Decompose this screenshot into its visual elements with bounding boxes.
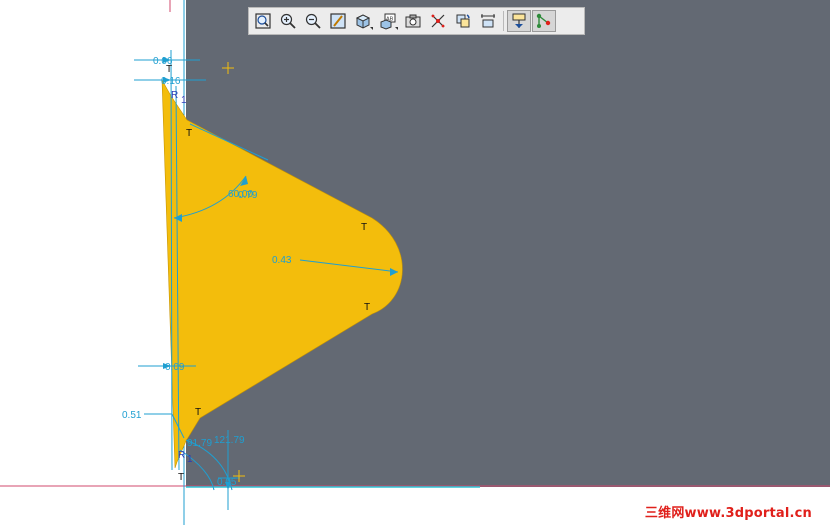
watermark-text: 三维网www.3dportal.cn xyxy=(644,506,812,521)
tangent-constraint: T xyxy=(361,222,367,233)
dimension-angle-upper-b[interactable]: 0.79 xyxy=(238,190,258,201)
zoom-in-button[interactable] xyxy=(276,10,300,32)
zoom-out-button[interactable] xyxy=(301,10,325,32)
dimension-angle-lower-a[interactable]: 91.79 xyxy=(187,438,212,449)
equal-constraint-index: 1 xyxy=(187,454,193,465)
dimension-bottom-offset[interactable]: 0.05 xyxy=(217,477,237,488)
zoom-in-icon xyxy=(280,13,296,29)
sketch-display-button[interactable] xyxy=(532,10,556,32)
tangent-constraint: T xyxy=(178,472,184,483)
graphics-toolbar: AB xyxy=(248,7,585,35)
dimension-angle-lower-b[interactable]: 121.79 xyxy=(214,435,245,446)
annotation-display-button[interactable] xyxy=(476,10,500,32)
canvas-white-area xyxy=(0,0,186,525)
spin-center-button[interactable] xyxy=(451,10,475,32)
radius-constraint: R xyxy=(178,450,185,461)
radius-constraint: R xyxy=(171,90,178,101)
tangent-constraint: T xyxy=(186,128,192,139)
view-orientation-button[interactable] xyxy=(351,10,375,32)
dimension-nose-radius[interactable]: 0.43 xyxy=(272,255,292,266)
dimension-top-offset[interactable]: 0.16 xyxy=(161,76,181,87)
chevron-down-icon xyxy=(370,27,373,30)
toolbar-separator xyxy=(503,11,504,31)
saved-views-button[interactable] xyxy=(401,10,425,32)
datum-display-button[interactable] xyxy=(426,10,450,32)
tangent-constraint: T xyxy=(195,407,201,418)
dimension-bottom-width[interactable]: 0.09 xyxy=(165,362,185,373)
repaint-button[interactable] xyxy=(326,10,350,32)
sketch-view-button[interactable] xyxy=(507,10,531,32)
zoom-fit-button[interactable] xyxy=(251,10,275,32)
chevron-down-icon xyxy=(395,27,398,30)
tangent-constraint: T xyxy=(364,302,370,313)
zoom-fit-icon xyxy=(255,13,271,29)
tangent-constraint: T xyxy=(166,64,172,75)
annotation-display-icon xyxy=(481,14,495,28)
display-style-button[interactable]: AB xyxy=(376,10,400,32)
dimension-left-width[interactable]: 0.51 xyxy=(122,410,142,421)
repaint-icon xyxy=(330,13,346,29)
equal-constraint-index: 1 xyxy=(181,95,187,106)
sketch-view-icon xyxy=(512,13,526,28)
saved-views-icon xyxy=(405,14,421,28)
datum-display-icon xyxy=(431,14,445,28)
sketch-display-icon xyxy=(536,13,551,28)
zoom-out-icon xyxy=(305,13,321,29)
sketch-canvas[interactable]: 0.06 0.16 60.00 0.79 0.43 0.09 0.51 91.7… xyxy=(0,0,830,525)
spin-center-icon xyxy=(456,14,470,28)
